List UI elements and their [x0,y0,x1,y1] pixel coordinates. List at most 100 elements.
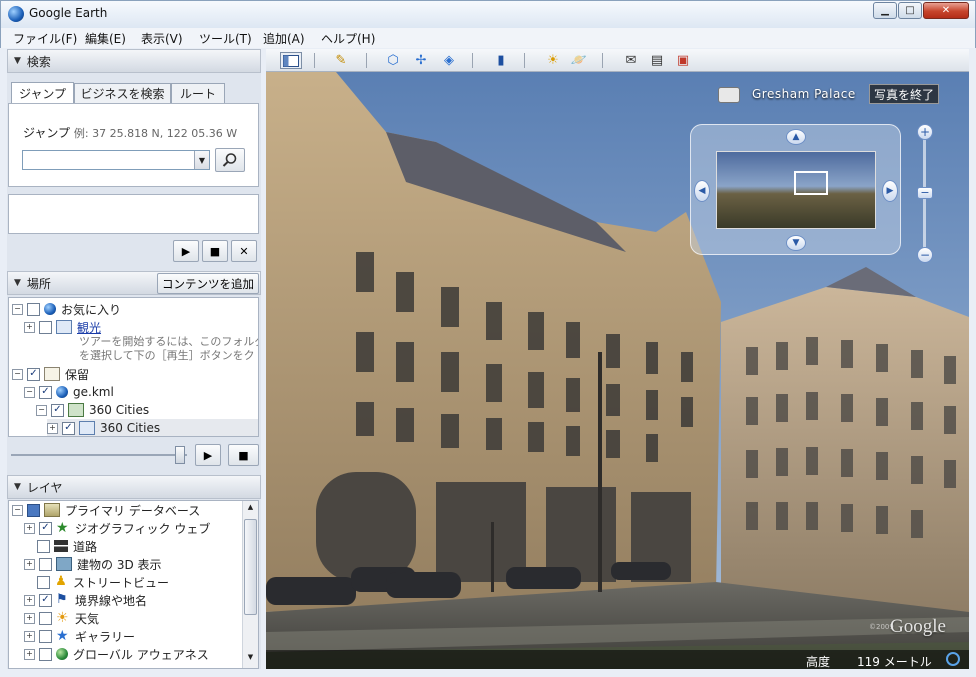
maximize-button[interactable]: □ [898,2,922,19]
tab-directions[interactable]: ルート [171,83,225,103]
checkbox[interactable] [27,302,40,316]
play-button[interactable]: ▶ [173,240,199,262]
checkbox[interactable] [39,629,52,643]
menu-edit[interactable]: 編集(E) [85,30,126,47]
scroll-down-icon[interactable]: ▼ [245,653,256,664]
google-maps-button[interactable]: ▣ [674,52,692,69]
checkbox[interactable] [39,611,52,625]
google-earth-app-icon[interactable] [8,6,24,22]
planet-switch-button[interactable]: 🪐 [570,52,588,69]
scrollbar-thumb[interactable] [244,519,257,615]
layer-row-primary-db[interactable]: − プライマリ データベース [12,501,200,519]
expand-toggle-icon[interactable]: + [24,321,35,333]
menu-view[interactable]: 表示(V) [141,30,183,47]
tab-jump[interactable]: ジャンプ [11,82,74,103]
tour-stop-button[interactable]: ■ [228,444,259,466]
title-bar [0,0,976,28]
search-section-header[interactable]: ▼ 検索 [7,49,261,73]
sidebar: ▼ 検索 ジャンプ ビジネスを検索 ルート ジャンプ 例: 37 25.818 … [7,49,261,669]
search-input[interactable] [22,150,210,170]
sidebar-toggle-button[interactable] [280,52,302,69]
layers-section-header[interactable]: ▼ レイヤ [7,475,261,499]
tree-row-sightseeing[interactable]: + 観光 [24,318,101,336]
minimize-button[interactable]: ▁ [873,2,897,19]
view-frame-indicator[interactable] [794,171,828,195]
collapse-toggle-icon[interactable]: − [12,504,23,516]
layer-row-3d-buildings[interactable]: + 建物の 3D 表示 [24,555,162,573]
zoom-in-button[interactable]: + [917,124,933,140]
print-button[interactable]: ▤ [648,52,666,69]
path-icon: ✢ [415,53,427,68]
sightseeing-link[interactable]: 観光 [77,319,101,336]
expand-toggle-icon[interactable]: + [24,630,35,642]
expand-toggle-icon[interactable]: + [24,594,35,606]
pan-up-button[interactable]: ▲ [786,129,806,145]
layers-scrollbar[interactable]: ▲ ▼ [242,501,258,668]
exit-photo-button[interactable]: 写真を終了 [869,84,940,104]
checkbox[interactable] [39,647,52,661]
checkbox-partial[interactable] [27,503,40,517]
checkbox[interactable] [39,320,52,334]
photo-navigator[interactable]: ▲ ▼ ◀ ▶ [690,124,901,255]
collapse-toggle-icon[interactable]: − [12,303,23,315]
checkbox-checked[interactable]: ✓ [27,367,40,381]
tour-slider-thumb[interactable] [175,446,185,464]
zoom-slider[interactable]: + − − [917,124,933,264]
email-button[interactable]: ✉ [622,52,640,69]
menu-file[interactable]: ファイル(F) [13,30,77,47]
layer-row-street-view[interactable]: ♟ ストリートビュー [37,573,169,591]
checkbox[interactable] [37,539,50,553]
tree-row-360-cities-sub[interactable]: + ✓ 360 Cities [47,419,258,436]
search-dropdown-button[interactable]: ▼ [194,151,209,169]
expand-toggle-icon[interactable]: + [24,558,35,570]
pan-left-button[interactable]: ◀ [694,180,710,202]
layer-row-weather[interactable]: + ☀ 天気 [24,609,99,627]
search-button[interactable] [215,148,245,172]
zoom-thumb[interactable]: − [917,187,933,199]
sunlight-button[interactable]: ☀ [544,52,562,69]
add-path-button[interactable]: ✢ [412,52,430,69]
checkbox-checked[interactable]: ✓ [62,421,75,435]
expand-toggle-icon[interactable]: + [24,522,35,534]
tab-business-search[interactable]: ビジネスを検索 [74,83,171,103]
layer-row-roads[interactable]: 道路 [37,537,97,555]
checkbox-checked[interactable]: ✓ [39,593,52,607]
add-image-overlay-button[interactable]: ◈ [440,52,458,69]
zoom-out-button[interactable]: − [917,247,933,263]
tree-row-temporary[interactable]: − ✓ 保留 [12,365,89,383]
stop-button[interactable]: ■ [202,240,228,262]
checkbox-checked[interactable]: ✓ [39,385,52,399]
checkbox-checked[interactable]: ✓ [51,403,64,417]
layer-row-geographic-web[interactable]: + ✓ ★ ジオグラフィック ウェブ [24,519,210,537]
clear-results-button[interactable]: ✕ [231,240,257,262]
expand-toggle-icon[interactable]: + [47,422,58,434]
expand-toggle-icon[interactable]: + [24,648,35,660]
collapse-toggle-icon[interactable]: − [12,368,23,380]
add-content-button[interactable]: コンテンツを追加 [157,273,259,294]
collapse-toggle-icon[interactable]: − [36,404,47,416]
layer-row-borders-labels[interactable]: + ✓ ⚑ 境界線や地名 [24,591,147,609]
layer-row-global-awareness[interactable]: + グローバル アウェアネス [24,645,209,663]
add-polygon-button[interactable]: ⬡ [384,52,402,69]
ruler-button[interactable]: ▮ [492,52,510,69]
pan-down-button[interactable]: ▼ [786,235,806,251]
checkbox[interactable] [37,575,50,589]
tree-row-kml[interactable]: − ✓ ge.kml [24,383,114,401]
layer-row-gallery[interactable]: + ★ ギャラリー [24,627,135,645]
tree-row-360-cities[interactable]: − ✓ 360 Cities [36,401,149,419]
collapse-toggle-icon[interactable]: − [24,386,35,398]
close-button[interactable]: ✕ [923,2,969,19]
menu-tools[interactable]: ツール(T) [199,30,252,47]
expand-toggle-icon[interactable]: + [24,612,35,624]
scroll-up-icon[interactable]: ▲ [245,503,256,514]
tour-slider-track[interactable] [11,454,187,456]
menu-help[interactable]: ヘルプ(H) [321,30,375,47]
add-placemark-button[interactable]: ✎ [332,52,350,69]
earth-3d-view[interactable]: Gresham Palace 写真を終了 ▲ ▼ ◀ ▶ + − − ©2009… [266,72,969,669]
pan-right-button[interactable]: ▶ [882,180,898,202]
checkbox-checked[interactable]: ✓ [39,521,52,535]
tree-row-favorites[interactable]: − お気に入り [12,300,121,318]
tour-play-button[interactable]: ▶ [195,444,221,466]
menu-add[interactable]: 追加(A) [263,30,305,47]
checkbox[interactable] [39,557,52,571]
